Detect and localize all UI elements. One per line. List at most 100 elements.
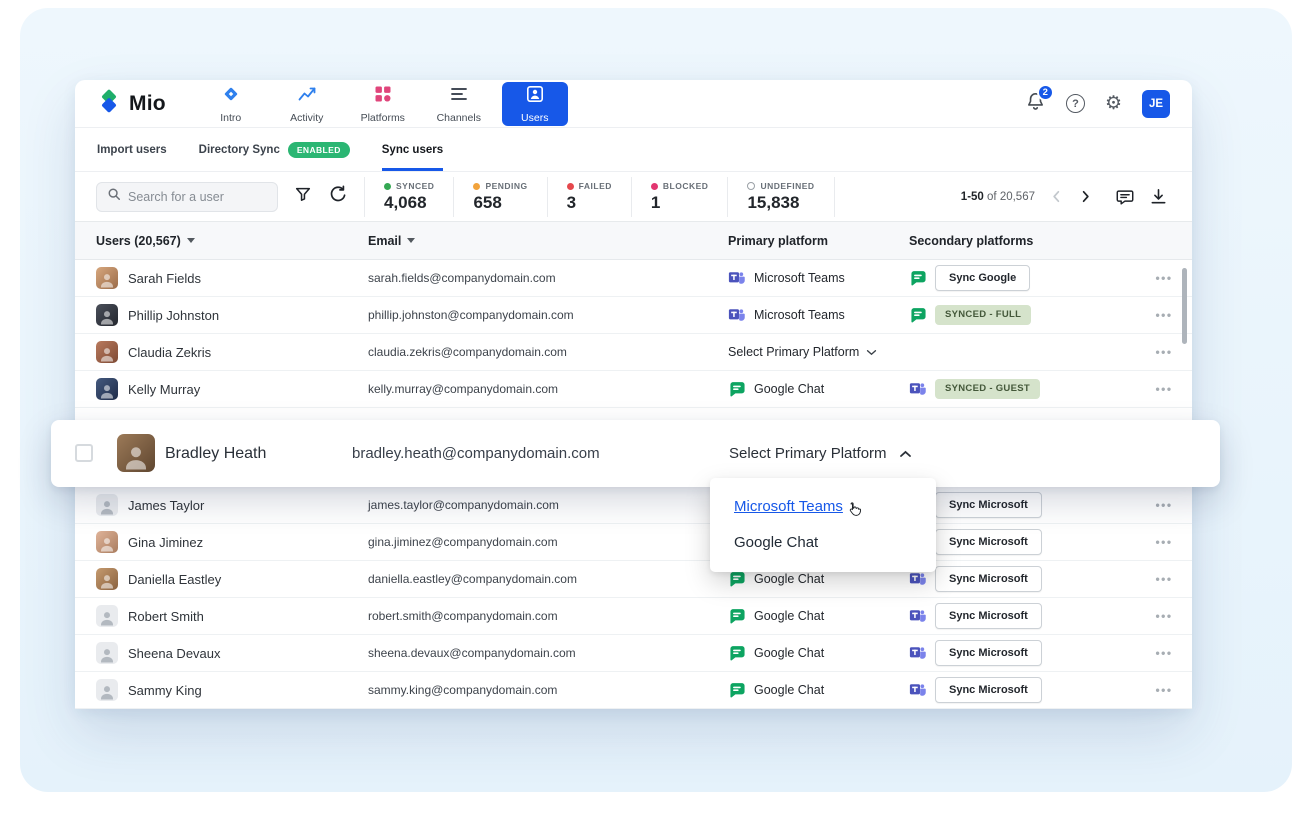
stat-block: BLOCKED 1 [630, 176, 728, 217]
table-row[interactable]: Kelly Murray kelly.murray@companydomain.… [75, 371, 1192, 408]
nav-item-channels[interactable]: Channels [426, 82, 492, 126]
secondary-icon-slot [909, 380, 927, 398]
nav-item-platforms[interactable]: Platforms [350, 82, 416, 126]
stat-block: SYNCED 4,068 [364, 176, 453, 217]
row-menu-button[interactable] [1136, 609, 1192, 623]
microsoft-teams-icon [728, 272, 745, 284]
header-label: Email [368, 233, 402, 248]
person-icon [101, 385, 113, 399]
avatar [96, 605, 118, 627]
microsoft-teams-icon [728, 309, 745, 321]
table-row[interactable]: Phillip Johnston phillip.johnston@compan… [75, 297, 1192, 334]
scrollbar-thumb[interactable] [1182, 268, 1187, 344]
table-row[interactable]: Claudia Zekris claudia.zekris@companydom… [75, 334, 1192, 371]
table-row[interactable]: Daniella Eastley daniella.eastley@compan… [75, 561, 1192, 598]
column-header-email[interactable]: Email [368, 234, 728, 248]
sync-button[interactable]: Sync Microsoft [935, 603, 1042, 629]
user-name: Kelly Murray [128, 381, 201, 397]
avatar [96, 642, 118, 664]
nav-item-activity[interactable]: Activity [274, 82, 340, 126]
sync-button[interactable]: Sync Google [935, 265, 1031, 291]
person-icon [101, 274, 113, 288]
tab-label: Import users [97, 143, 167, 156]
column-header-users[interactable]: Users (20,567) [96, 234, 368, 248]
table-row[interactable]: James Taylor james.taylor@companydomain.… [75, 487, 1192, 524]
primary-platform-cell: Google Chat [728, 380, 909, 398]
settings-button[interactable] [1105, 94, 1122, 113]
secondary-icon-slot [909, 570, 927, 588]
user-cell: Sarah Fields [96, 267, 368, 289]
selected-user-row[interactable]: Bradley Heath bradley.heath@companydomai… [51, 420, 1220, 487]
search-input[interactable] [128, 189, 267, 204]
stat-value: 3 [566, 193, 577, 212]
table-row[interactable]: Robert Smith robert.smith@companydomain.… [75, 598, 1192, 635]
synced-status-pill: SYNCED - FULL [935, 305, 1032, 325]
chevron-down-icon [867, 349, 877, 355]
cursor-pointer-icon [845, 501, 862, 522]
sync-button[interactable]: Sync Microsoft [935, 566, 1042, 592]
notifications-button[interactable]: 2 [1025, 83, 1054, 117]
tab-sync-users[interactable]: Sync users [381, 128, 444, 171]
next-page-button[interactable] [1078, 189, 1093, 204]
user-rows-bottom: James Taylor james.taylor@companydomain.… [75, 487, 1192, 709]
row-menu-button[interactable] [1136, 498, 1192, 512]
row-menu-button[interactable] [1136, 646, 1192, 660]
table-row[interactable]: Sheena Devaux sheena.devaux@companydomai… [75, 635, 1192, 672]
primary-platform-cell: Select Primary Platform [728, 345, 909, 359]
stat-value: 4,068 [384, 193, 427, 212]
user-name: Sammy King [128, 682, 202, 698]
prev-page-button[interactable] [1049, 189, 1064, 204]
profile-avatar[interactable]: JE [1142, 89, 1170, 118]
user-name: Robert Smith [128, 608, 204, 624]
stat-label: UNDEFINED [747, 181, 814, 191]
primary-platform-cell: Google Chat [728, 644, 909, 662]
sync-button[interactable]: Sync Microsoft [935, 640, 1042, 666]
table-row[interactable]: Sammy King sammy.king@companydomain.com … [75, 672, 1192, 709]
user-name: Daniella Eastley [128, 571, 222, 587]
row-menu-button[interactable] [1136, 572, 1192, 586]
table-row[interactable]: Gina Jiminez gina.jiminez@companydomain.… [75, 524, 1192, 561]
topnav-right-cluster: 2 JE [1025, 83, 1170, 118]
select-primary-platform[interactable]: Select Primary Platform [728, 345, 909, 359]
stat-label-text: FAILED [578, 181, 612, 191]
nav-label: Activity [290, 111, 324, 124]
tab-directory-sync[interactable]: Directory Sync ENABLED [199, 128, 350, 171]
person-icon [101, 348, 113, 362]
stat-value: 15,838 [747, 193, 800, 212]
refresh-button[interactable] [328, 184, 348, 209]
stat-block: PENDING 658 [453, 176, 546, 217]
user-cell: Sammy King [96, 679, 368, 701]
help-button[interactable] [1065, 94, 1085, 113]
nav-item-intro[interactable]: Intro [198, 82, 264, 126]
primary-platform-cell: Microsoft Teams [728, 306, 909, 324]
row-menu-button[interactable] [1136, 683, 1192, 697]
secondary-icon-slot [909, 681, 927, 699]
header-label: Primary platform [728, 233, 829, 248]
primary-platform-cell: Microsoft Teams [728, 269, 909, 287]
row-menu-button[interactable] [1136, 382, 1192, 396]
sync-button[interactable]: Sync Microsoft [935, 529, 1042, 555]
sort-caret-icon [407, 238, 416, 243]
stat-block: UNDEFINED 15,838 [727, 176, 833, 217]
user-email: sheena.devaux@companydomain.com [368, 646, 576, 660]
dropdown-option-microsoft-teams[interactable]: Microsoft Teams [710, 488, 936, 524]
filter-button[interactable] [294, 185, 312, 208]
dropdown-option-google-chat[interactable]: Google Chat [710, 524, 936, 560]
feedback-button[interactable] [1115, 187, 1135, 207]
row-menu-button[interactable] [1136, 345, 1192, 359]
sync-button[interactable]: Sync Microsoft [935, 677, 1042, 703]
toolbar: SYNCED 4,068 PENDING 658 FAILED [75, 172, 1192, 222]
tab-import-users[interactable]: Import users [97, 128, 167, 171]
select-primary-platform-trigger[interactable]: Select Primary Platform [729, 420, 912, 487]
users-icon [525, 84, 545, 109]
table-row[interactable]: Sarah Fields sarah.fields@companydomain.… [75, 260, 1192, 297]
sync-button[interactable]: Sync Microsoft [935, 492, 1042, 518]
stat-label: SYNCED [384, 181, 434, 191]
nav-item-users[interactable]: Users [501, 81, 568, 126]
user-search[interactable] [96, 181, 278, 212]
row-checkbox[interactable] [75, 444, 93, 462]
row-menu-button[interactable] [1136, 535, 1192, 549]
secondary-platforms-cell: SYNCED - FULL [909, 305, 1136, 325]
download-button[interactable] [1149, 187, 1168, 206]
sub-tab-bar: Import users Directory Sync ENABLED Sync… [75, 128, 1192, 172]
